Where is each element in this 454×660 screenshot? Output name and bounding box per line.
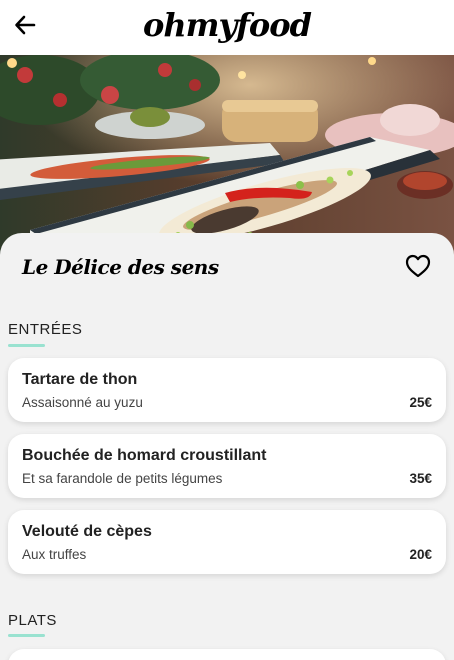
heart-outline-icon [405, 254, 431, 278]
dish-card[interactable]: Tartare de thon Assaisonné au yuzu 25€ [8, 358, 446, 422]
dish-price: 35€ [409, 471, 432, 486]
section-title-plats: PLATS [8, 612, 57, 629]
hero-image [0, 55, 454, 255]
dish-description: Aux truffes [22, 547, 87, 562]
section-title-entrees: ENTRÉES [8, 321, 83, 338]
dish-card[interactable]: Velouté de cèpes Aux truffes 20€ [8, 510, 446, 574]
dish-card-partial[interactable] [8, 649, 446, 660]
dish-card[interactable]: Bouchée de homard croustillant Et sa far… [8, 434, 446, 498]
hero-dish-illustration [0, 55, 454, 255]
favorite-button[interactable] [404, 253, 432, 279]
dish-name: Velouté de cèpes [22, 523, 152, 540]
top-bar: ohmyfood [0, 0, 454, 55]
section-underline [8, 634, 45, 637]
restaurant-name: Le Délice des sens [22, 255, 219, 279]
dish-description: Et sa farandole de petits légumes [22, 471, 223, 486]
brand-logo[interactable]: ohmyfood [0, 6, 454, 44]
dish-name: Bouchée de homard croustillant [22, 447, 267, 464]
dish-price: 20€ [409, 547, 432, 562]
dish-price: 25€ [409, 395, 432, 410]
dish-name: Tartare de thon [22, 371, 138, 388]
dish-description: Assaisonné au yuzu [22, 395, 143, 410]
section-underline [8, 344, 45, 347]
restaurant-sheet: Le Délice des sens ENTRÉES Tartare de th… [0, 233, 454, 660]
